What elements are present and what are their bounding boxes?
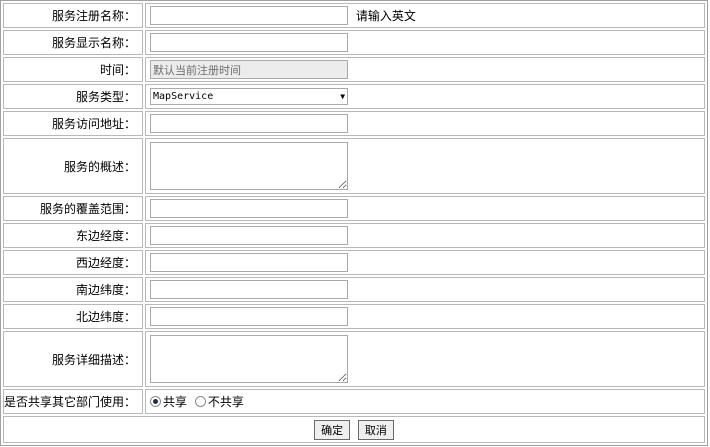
south-latitude-label: 南边纬度： — [3, 277, 144, 302]
share-radio-yes[interactable] — [150, 396, 162, 407]
east-longitude-input[interactable] — [150, 226, 349, 245]
service-registration-form: 服务注册名称： 请输入英文 服务显示名称： 时间： 服务类型： MapServi… — [0, 0, 708, 446]
service-coverage-label: 服务的覆盖范围： — [3, 196, 144, 221]
service-coverage-input[interactable] — [150, 199, 349, 218]
share-option-no-label: 不共享 — [207, 395, 244, 409]
service-detail-label: 服务详细描述： — [3, 331, 144, 387]
cancel-button[interactable]: 取消 — [357, 419, 394, 440]
service-type-label: 服务类型： — [3, 84, 144, 109]
service-url-input[interactable] — [150, 114, 349, 133]
share-option-yes-label: 共享 — [163, 395, 188, 409]
time-label: 时间： — [3, 57, 144, 82]
south-latitude-input[interactable] — [150, 280, 349, 299]
west-longitude-label: 西边经度： — [3, 250, 144, 275]
confirm-button[interactable]: 确定 — [314, 419, 351, 440]
service-overview-textarea[interactable] — [150, 142, 349, 190]
service-display-name-input[interactable] — [150, 33, 349, 52]
service-detail-textarea[interactable] — [150, 335, 349, 383]
west-longitude-input[interactable] — [150, 253, 349, 272]
chevron-down-icon[interactable]: ▼ — [340, 92, 345, 101]
service-type-selected-value: MapService — [153, 91, 214, 102]
share-radio-no[interactable] — [194, 396, 206, 407]
button-bar: 确定 取消 — [3, 416, 705, 443]
service-overview-label: 服务的概述： — [3, 138, 144, 194]
service-reg-name-label: 服务注册名称： — [3, 3, 144, 28]
share-label: 是否共享其它部门使用： — [3, 389, 144, 414]
north-latitude-label: 北边纬度： — [3, 304, 144, 329]
service-reg-name-hint: 请输入英文 — [355, 9, 416, 23]
service-url-label: 服务访问地址： — [3, 111, 144, 136]
service-type-select[interactable]: MapService ▼ — [150, 88, 349, 105]
service-display-name-label: 服务显示名称： — [3, 30, 144, 55]
east-longitude-label: 东边经度： — [3, 223, 144, 248]
north-latitude-input[interactable] — [150, 307, 349, 326]
time-input — [150, 60, 349, 79]
service-reg-name-input[interactable] — [150, 6, 349, 25]
